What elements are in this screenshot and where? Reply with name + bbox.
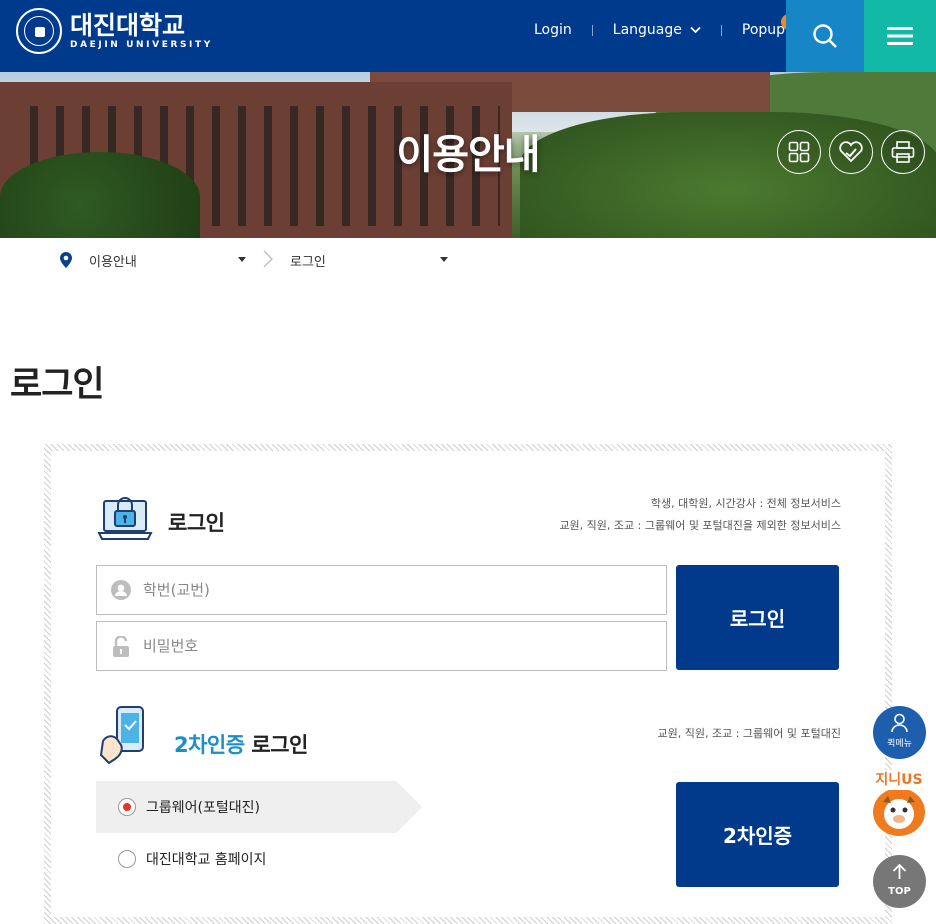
radio-unselected-icon[interactable] xyxy=(118,850,136,868)
popup-link[interactable]: Popup 6 xyxy=(741,14,798,38)
nav-divider xyxy=(720,24,722,36)
radio-label: 대진대학교 홈페이지 xyxy=(146,852,267,868)
radio-label: 그룹웨어(포털대진) xyxy=(146,800,260,816)
password-input[interactable] xyxy=(143,637,666,655)
scroll-top-button[interactable]: TOP xyxy=(873,855,926,908)
search-button[interactable] xyxy=(786,0,864,72)
university-logo[interactable]: 대진대학교 DAEJIN UNIVERSITY xyxy=(16,8,213,54)
radio-option-homepage[interactable]: 대진대학교 홈페이지 xyxy=(96,833,396,885)
sitemap-button[interactable] xyxy=(777,130,821,174)
login-notice: 학생, 대학원, 시간강사 : 전체 정보서비스 교원, 직원, 조교 : 그룹… xyxy=(559,493,841,537)
login-button[interactable]: 로그인 xyxy=(676,565,839,670)
quick-menu-label: 퀵메뉴 xyxy=(887,739,912,749)
site-header: 대진대학교 DAEJIN UNIVERSITY Login Language P… xyxy=(0,0,936,72)
person-icon xyxy=(891,713,908,733)
logo-english-name: DAEJIN UNIVERSITY xyxy=(70,40,213,50)
arrow-up-icon xyxy=(892,864,907,879)
hero-tools xyxy=(777,130,933,174)
share-icon xyxy=(839,141,863,163)
print-icon xyxy=(891,141,915,163)
logo-korean-name: 대진대학교 xyxy=(70,11,186,40)
mascot-icon xyxy=(873,788,925,836)
hero-banner: 이용안내 xyxy=(0,72,936,238)
twofactor-notice: 교원, 직원, 조교 : 그룹웨어 및 포털대진 xyxy=(657,727,841,740)
sitemap-icon xyxy=(788,141,810,163)
search-icon xyxy=(813,24,837,48)
twofactor-title-accent: 2차인증 xyxy=(174,733,245,757)
hamburger-icon xyxy=(887,27,913,45)
login-notice-line: 학생, 대학원, 시간강사 : 전체 정보서비스 xyxy=(650,497,841,510)
language-label: Language xyxy=(612,22,682,38)
top-label: TOP xyxy=(888,886,911,897)
page-title: 로그인 xyxy=(10,365,105,405)
twofactor-title-rest: 로그인 xyxy=(251,733,308,757)
quick-menu-button[interactable]: 퀵메뉴 xyxy=(873,706,926,759)
popup-label: Popup xyxy=(741,22,786,38)
caret-down-icon[interactable] xyxy=(238,255,246,265)
share-button[interactable] xyxy=(829,130,873,174)
print-button[interactable] xyxy=(881,130,925,174)
user-icon xyxy=(111,580,131,600)
login-section-title: 로그인 xyxy=(168,511,225,535)
login-notice-line: 교원, 직원, 조교 : 그룹웨어 및 포털대진을 제외한 정보서비스 xyxy=(559,519,841,532)
login-link-label: Login xyxy=(534,22,572,38)
mascot-tag: 지니US xyxy=(869,770,929,790)
chevron-right-icon xyxy=(262,250,274,268)
caret-down-icon[interactable] xyxy=(440,255,448,265)
twofactor-button[interactable]: 2차인증 xyxy=(676,782,839,887)
student-id-field[interactable] xyxy=(96,565,667,615)
breadcrumb-level2[interactable]: 로그인 xyxy=(290,251,326,270)
nav-divider xyxy=(591,24,593,36)
top-nav: Login Language Popup 6 xyxy=(534,14,798,38)
breadcrumb: 이용안내 로그인 xyxy=(0,238,936,282)
language-dropdown[interactable]: Language xyxy=(613,22,701,38)
twofactor-section-title: 2차인증 로그인 xyxy=(174,729,308,759)
menu-button[interactable] xyxy=(864,0,936,72)
chevron-down-icon xyxy=(690,24,701,37)
student-id-input[interactable] xyxy=(143,581,666,599)
radio-option-groupware[interactable]: 그룹웨어(포털대진) xyxy=(96,781,422,833)
mascot-chatbot-button[interactable]: 지니US xyxy=(869,770,929,840)
breadcrumb-level1[interactable]: 이용안내 xyxy=(89,251,137,270)
login-panel: 로그인 학생, 대학원, 시간강사 : 전체 정보서비스 교원, 직원, 조교 … xyxy=(44,444,892,924)
radio-selected-icon[interactable] xyxy=(118,798,136,816)
password-field[interactable] xyxy=(96,621,667,671)
location-pin-icon xyxy=(59,252,73,272)
laptop-lock-icon xyxy=(96,489,154,551)
unlock-icon xyxy=(111,635,131,657)
phone-hand-icon xyxy=(99,705,155,769)
login-link[interactable]: Login xyxy=(534,22,572,38)
university-seal-icon xyxy=(16,8,62,54)
